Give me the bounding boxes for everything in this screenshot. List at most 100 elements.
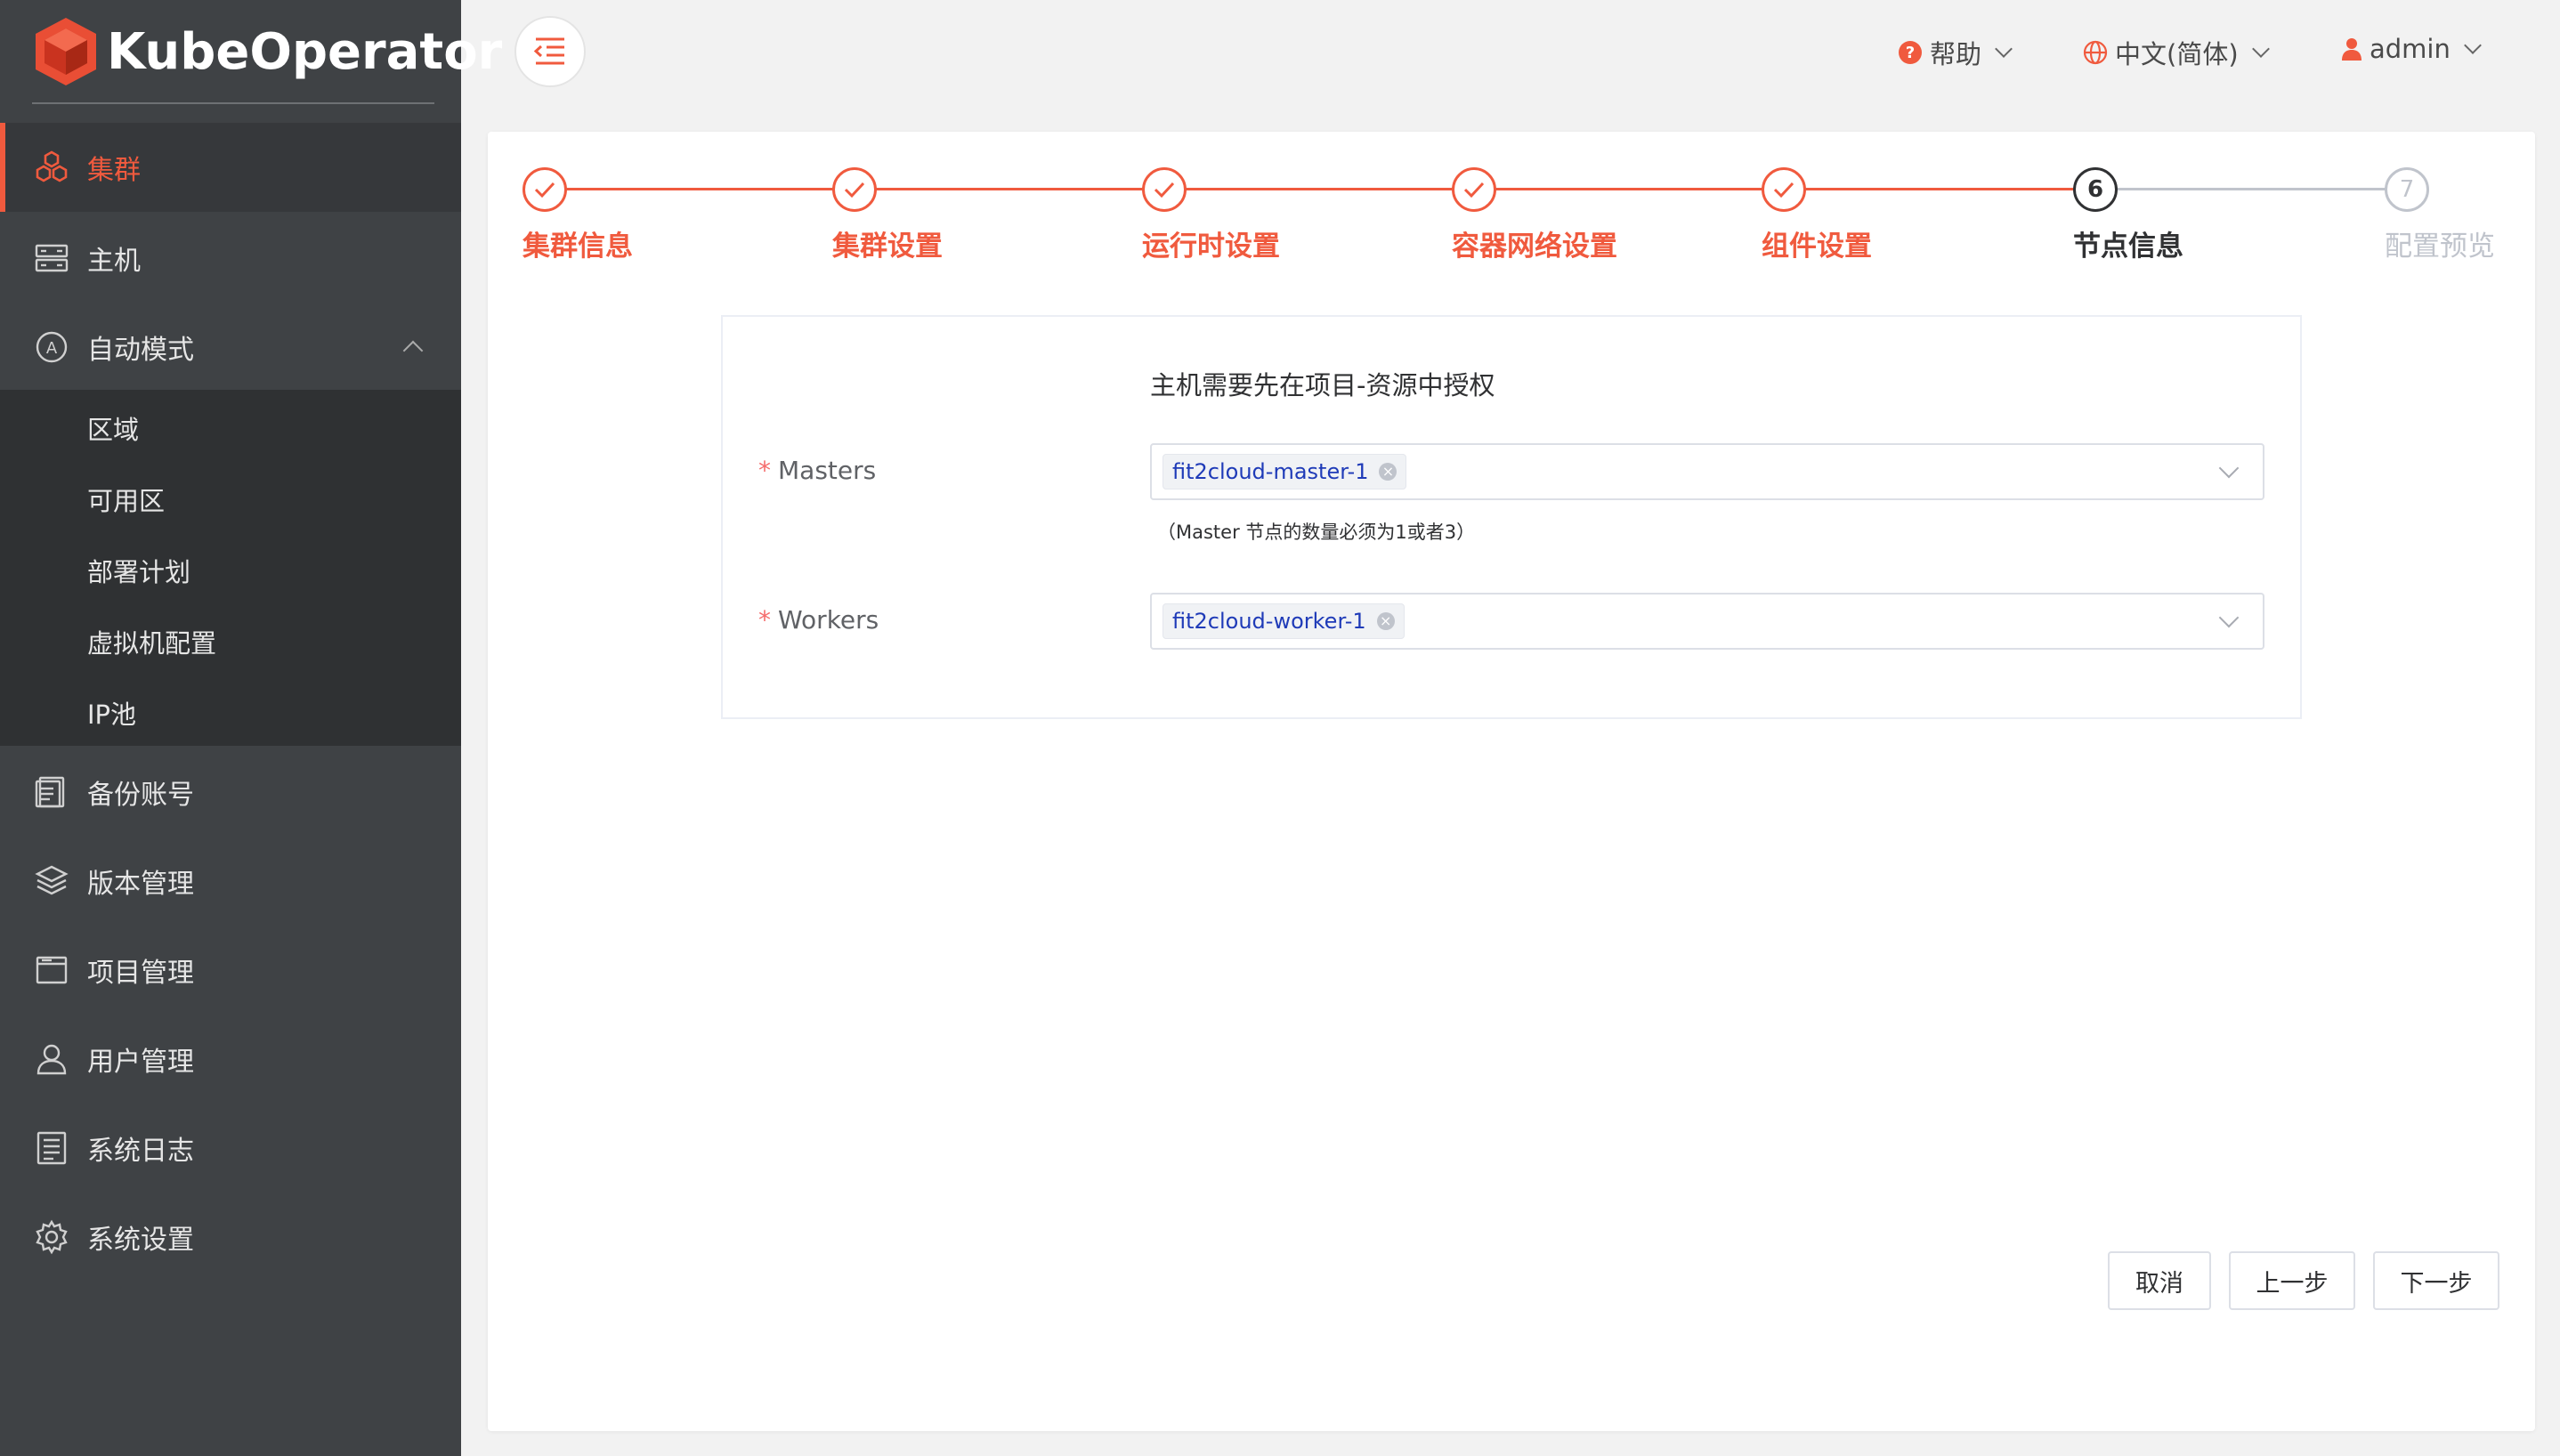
step-cluster-info: 集群信息: [523, 167, 633, 263]
help-label: 帮助: [1930, 39, 1982, 69]
chevron-up-icon: [402, 340, 424, 361]
help-dropdown[interactable]: ? 帮助: [1898, 34, 2013, 71]
log-icon: [36, 1131, 67, 1165]
required-marker: *: [758, 605, 771, 635]
submenu-item-deploy-plans[interactable]: 部署计划: [87, 552, 190, 589]
auto-mode-icon: A: [36, 331, 68, 363]
svg-text:?: ?: [1906, 44, 1915, 62]
sidebar-item-projects[interactable]: 项目管理: [0, 926, 461, 1015]
chevron-down-icon: [1995, 40, 2013, 58]
check-icon: [1762, 167, 1806, 212]
workers-select[interactable]: fit2cloud-worker-1 ×: [1150, 593, 2264, 650]
sidebar-item-auto-mode[interactable]: A 自动模式: [0, 303, 461, 392]
sidebar-item-label: 集群: [87, 155, 141, 186]
sidebar-item-label: 用户管理: [87, 1047, 194, 1078]
auth-note: 主机需要先在项目-资源中授权: [1150, 370, 1495, 400]
sidebar-item-label: 系统日志: [87, 1136, 194, 1167]
sidebar-item-label: 主机: [87, 246, 141, 277]
sidebar-item-system-logs[interactable]: 系统日志: [0, 1104, 461, 1193]
step-label: 集群设置: [832, 231, 943, 263]
close-icon[interactable]: ×: [1379, 463, 1397, 481]
masters-label: * Masters: [758, 456, 877, 485]
step-connector: [1186, 188, 1454, 190]
step-label: 集群信息: [523, 231, 633, 263]
step-label: 容器网络设置: [1452, 231, 1617, 263]
server-icon: [35, 244, 69, 272]
step-label: 运行时设置: [1142, 231, 1280, 263]
globe-icon: [2083, 40, 2108, 65]
sidebar-item-hosts[interactable]: 主机: [0, 214, 461, 303]
language-label: 中文(简体): [2115, 39, 2239, 69]
sidebar-item-label: 项目管理: [87, 958, 194, 989]
step-cluster-settings: 集群设置: [832, 167, 943, 263]
close-icon[interactable]: ×: [1376, 612, 1395, 630]
sidebar-item-backup-accounts[interactable]: 备份账号: [0, 748, 461, 837]
cancel-button[interactable]: 取消: [2108, 1251, 2211, 1310]
submenu-item-regions[interactable]: 区域: [87, 409, 139, 447]
chevron-down-icon: [2218, 457, 2240, 479]
user-avatar-icon: [2342, 38, 2362, 61]
step-connector: [876, 188, 1145, 190]
tag-label: fit2cloud-worker-1: [1172, 609, 1366, 634]
sidebar-item-system-settings[interactable]: 系统设置: [0, 1193, 461, 1282]
svg-text:A: A: [46, 339, 58, 358]
prev-step-button[interactable]: 上一步: [2229, 1251, 2355, 1310]
cluster-icon: [36, 150, 68, 182]
chevron-down-icon: [2251, 40, 2270, 58]
step-network-settings: 容器网络设置: [1452, 167, 1617, 263]
selected-tag: fit2cloud-worker-1 ×: [1163, 603, 1405, 639]
step-runtime-settings: 运行时设置: [1142, 167, 1280, 263]
step-connector: [2117, 188, 2386, 190]
sidebar-item-label: 系统设置: [87, 1225, 194, 1256]
step-label: 节点信息: [2073, 231, 2183, 263]
step-connector: [1495, 188, 1764, 190]
help-icon: ?: [1899, 41, 1922, 64]
step-node-info: 6 节点信息: [2073, 167, 2183, 263]
step-label: 配置预览: [2385, 231, 2495, 263]
backup-icon: [35, 776, 65, 808]
submenu-item-ip-pool[interactable]: IP池: [87, 694, 136, 732]
check-icon: [523, 167, 567, 212]
workers-label: * Workers: [758, 605, 879, 635]
submenu-item-zones[interactable]: 可用区: [87, 481, 165, 518]
check-icon: [1142, 167, 1187, 212]
sidebar-item-clusters[interactable]: 集群: [0, 123, 461, 212]
user-dropdown[interactable]: admin: [2341, 34, 2482, 64]
submenu-item-vm-config[interactable]: 虚拟机配置: [87, 623, 216, 660]
check-icon: [1452, 167, 1496, 212]
step-connector: [566, 188, 835, 190]
auto-mode-submenu: 区域 可用区 部署计划 虚拟机配置 IP池: [0, 390, 461, 746]
sidebar: KubeOperator 集群 主机 A 自动模式 区域 可用区 部署计划 虚拟…: [0, 0, 502, 1456]
logo[interactable]: KubeOperator: [32, 16, 502, 87]
menu-fold-icon: [533, 37, 564, 65]
tag-label: fit2cloud-master-1: [1172, 459, 1369, 484]
folder-icon: [36, 956, 68, 984]
required-marker: *: [758, 456, 771, 485]
chevron-down-icon: [2463, 36, 2482, 54]
step-number: 6: [2073, 167, 2118, 212]
user-icon: [36, 1044, 67, 1075]
sidebar-item-label: 自动模式: [87, 335, 194, 366]
masters-hint: （Master 节点的数量必须为1或者3）: [1157, 522, 1476, 543]
next-step-button[interactable]: 下一步: [2373, 1251, 2499, 1310]
step-number: 7: [2385, 167, 2429, 212]
logo-divider: [32, 102, 434, 104]
node-info-form: [721, 315, 2302, 719]
sidebar-item-label: 版本管理: [87, 869, 194, 900]
selected-tag: fit2cloud-master-1 ×: [1163, 454, 1407, 489]
sidebar-item-label: 备份账号: [87, 780, 194, 811]
gear-icon: [36, 1219, 68, 1255]
step-label: 组件设置: [1762, 231, 1872, 263]
logo-text: KubeOperator: [107, 22, 503, 81]
username-label: admin: [2370, 34, 2451, 64]
masters-select[interactable]: fit2cloud-master-1 ×: [1150, 443, 2264, 500]
kubeoperator-logo-icon: [36, 18, 96, 85]
sidebar-item-users[interactable]: 用户管理: [0, 1015, 461, 1104]
chevron-down-icon: [2218, 607, 2240, 628]
layers-icon: [35, 865, 69, 895]
step-component-settings: 组件设置: [1762, 167, 1872, 263]
sidebar-item-versions[interactable]: 版本管理: [0, 837, 461, 926]
step-config-preview: 7 配置预览: [2385, 167, 2495, 263]
collapse-sidebar-button[interactable]: [514, 16, 586, 87]
language-dropdown[interactable]: 中文(简体): [2083, 34, 2270, 71]
